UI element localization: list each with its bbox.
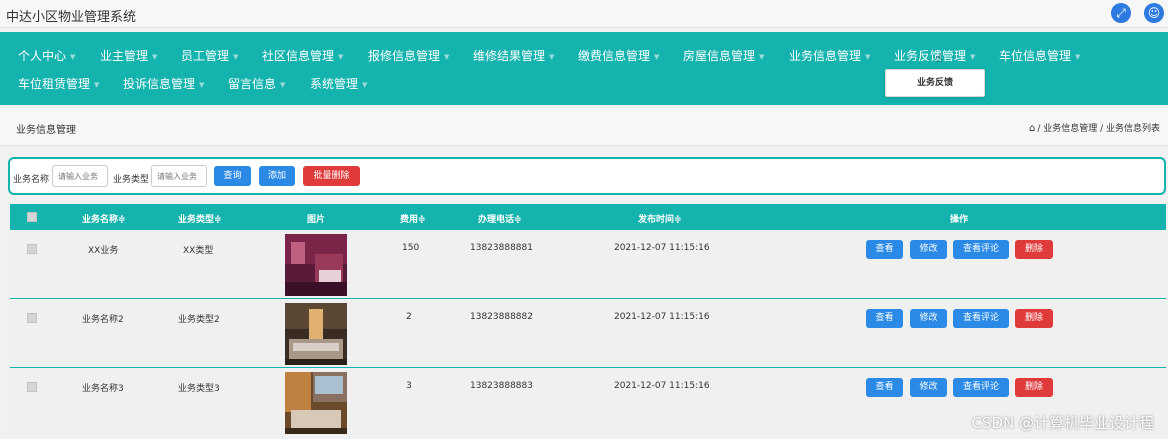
business-type-input[interactable]: [151, 165, 207, 187]
user-icon[interactable]: ☺: [1144, 3, 1164, 23]
cell-phone: 13823888883: [470, 381, 533, 391]
edit-button[interactable]: 修改: [910, 240, 947, 259]
header-phone[interactable]: 办理电话≑: [478, 212, 522, 225]
nav-item-community-info[interactable]: 社区信息管理 ▼: [262, 47, 343, 64]
nav-item-repair-result[interactable]: 维修结果管理 ▼: [473, 47, 554, 64]
cell-business-name: XX业务: [88, 246, 119, 256]
nav-item-business-info[interactable]: 业务信息管理 ▼: [789, 47, 870, 64]
cell-fee: 3: [406, 381, 412, 391]
nav-item-system-mgmt[interactable]: 系统管理 ▼: [310, 75, 367, 92]
cell-business-name: 业务名称2: [82, 315, 124, 325]
delete-button[interactable]: 删除: [1015, 240, 1053, 259]
cell-phone: 13823888882: [470, 312, 533, 322]
nav-item-house-info[interactable]: 房屋信息管理 ▼: [683, 47, 764, 64]
home-icon[interactable]: ⌂: [1029, 123, 1035, 134]
cell-business-type: XX类型: [183, 246, 214, 256]
nav-item-complaint-info[interactable]: 投诉信息管理 ▼: [123, 75, 204, 92]
expand-icon[interactable]: ⤢: [1111, 3, 1131, 23]
header-actions: 操作: [950, 215, 969, 225]
hand-cursor-icon: ☝: [935, 51, 943, 65]
watermark: CSDN @计算机毕业设计程: [971, 414, 1154, 432]
nav-item-messages[interactable]: 留言信息 ▼: [228, 75, 285, 92]
cell-publish-time: 2021-12-07 11:15:16: [614, 243, 710, 253]
edit-button[interactable]: 修改: [910, 309, 947, 328]
business-type-label: 业务类型: [113, 175, 150, 185]
query-button[interactable]: 查询: [214, 166, 251, 186]
business-name-label: 业务名称: [13, 175, 50, 185]
header-image: 图片: [307, 215, 326, 225]
add-button[interactable]: 添加: [259, 166, 295, 186]
page-title: 业务信息管理: [16, 125, 76, 136]
view-button[interactable]: 查看: [866, 240, 903, 259]
cell-fee: 2: [406, 312, 412, 322]
nav-item-parking-rental[interactable]: 车位租赁管理 ▼: [18, 75, 99, 92]
cell-fee: 150: [402, 243, 420, 253]
nav-item-payment-info[interactable]: 缴费信息管理 ▼: [578, 47, 659, 64]
cell-business-type: 业务类型3: [178, 384, 220, 394]
delete-button[interactable]: 删除: [1015, 309, 1053, 328]
main-nav: 个人中心 ▼ 业主管理 ▼ 员工管理 ▼ 社区信息管理 ▼ 报修信息管理 ▼ 维修结果管理…: [0, 32, 1168, 105]
header-business-name[interactable]: 业务名称≑: [82, 212, 126, 225]
business-image: [285, 303, 347, 365]
nav-item-repair-info[interactable]: 报修信息管理 ▼: [368, 47, 449, 64]
table-header: 业务名称≑ 业务类型≑ 图片 费用≑ 办理电话≑ 发布时间≑ 操作: [10, 204, 1166, 230]
view-button[interactable]: 查看: [866, 378, 903, 397]
breadcrumb-bar: 业务信息管理 ⌂ / 业务信息管理 / 业务信息列表: [0, 108, 1168, 146]
edit-button[interactable]: 修改: [910, 378, 947, 397]
delete-button[interactable]: 删除: [1015, 378, 1053, 397]
row-checkbox[interactable]: [27, 244, 37, 254]
batch-delete-button[interactable]: 批量删除: [303, 166, 360, 186]
row-checkbox[interactable]: [27, 382, 37, 392]
business-image: [285, 234, 347, 296]
header-publish-time[interactable]: 发布时间≑: [638, 212, 682, 225]
view-comments-button[interactable]: 查看评论: [953, 240, 1009, 259]
view-comments-button[interactable]: 查看评论: [953, 309, 1009, 328]
nav-item-parking-info[interactable]: 车位信息管理 ▼: [999, 47, 1080, 64]
table-row: XX业务 XX类型 150 13823888881 2021-12-07 11:…: [10, 230, 1166, 299]
breadcrumb: ⌂ / 业务信息管理 / 业务信息列表: [1029, 121, 1160, 134]
nav-item-owner-mgmt[interactable]: 业主管理 ▼: [100, 47, 157, 64]
top-bar: 中达小区物业管理系统 ⤢ ☺: [0, 0, 1168, 28]
cell-business-type: 业务类型2: [178, 315, 220, 325]
dropdown-item-business-feedback[interactable]: 业务反馈: [885, 69, 985, 97]
row-checkbox[interactable]: [27, 313, 37, 323]
cell-publish-time: 2021-12-07 11:15:16: [614, 381, 710, 391]
header-fee[interactable]: 费用≑: [400, 212, 426, 225]
nav-item-staff-mgmt[interactable]: 员工管理 ▼: [181, 47, 238, 64]
view-button[interactable]: 查看: [866, 309, 903, 328]
breadcrumb-trail: / 业务信息管理 / 业务信息列表: [1037, 124, 1160, 134]
nav-item-personal-center[interactable]: 个人中心 ▼: [18, 47, 75, 64]
cell-business-name: 业务名称3: [82, 384, 124, 394]
cell-publish-time: 2021-12-07 11:15:16: [614, 312, 710, 322]
app-title: 中达小区物业管理系统: [6, 10, 137, 25]
search-form: 业务名称 业务类型 查询 添加 批量删除: [8, 157, 1166, 195]
business-image: [285, 372, 347, 434]
table-row: 业务名称2 业务类型2 2 13823888882 2021-12-07 11:…: [10, 299, 1166, 368]
cell-phone: 13823888881: [470, 243, 533, 253]
header-business-type[interactable]: 业务类型≑: [178, 212, 222, 225]
select-all-checkbox[interactable]: [27, 212, 37, 222]
view-comments-button[interactable]: 查看评论: [953, 378, 1009, 397]
business-name-input[interactable]: [52, 165, 108, 187]
